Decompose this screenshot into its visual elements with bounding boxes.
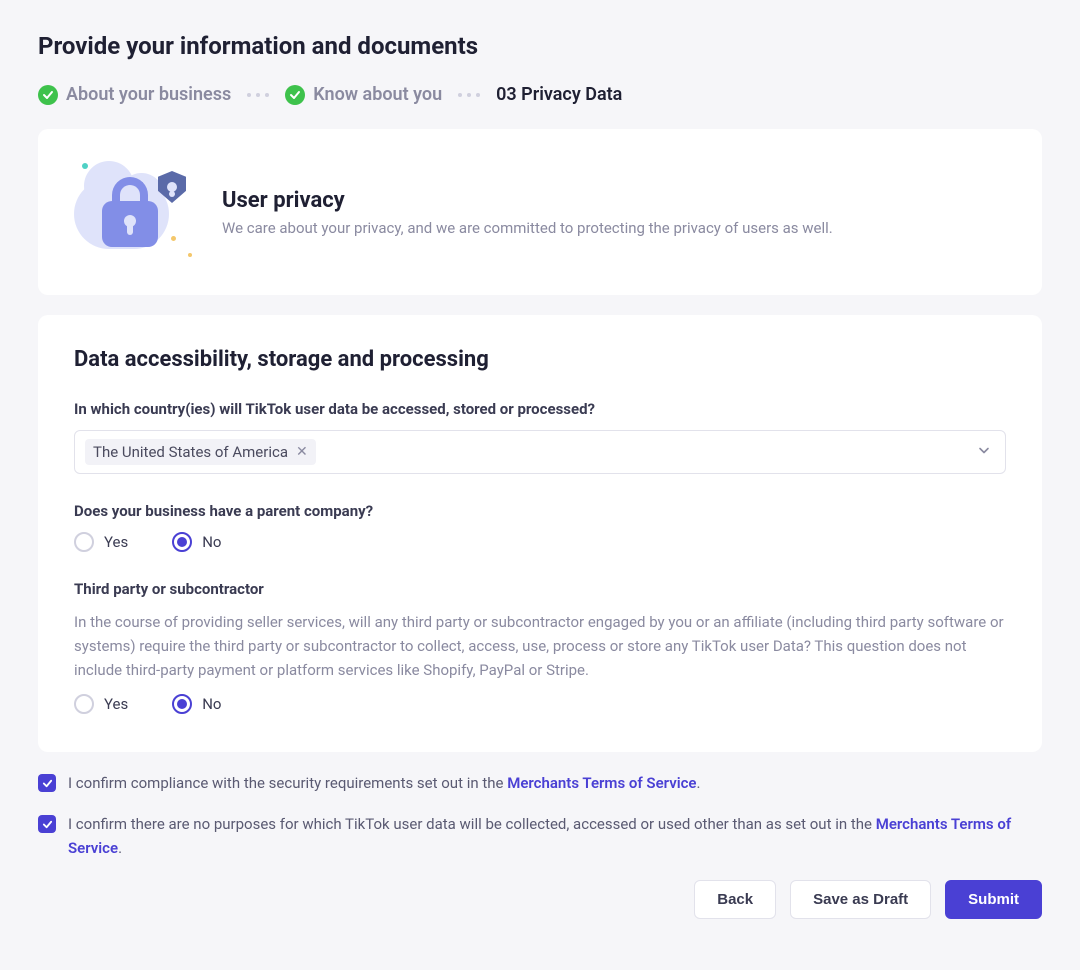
step-label: About your business — [66, 84, 231, 105]
radio-label: No — [202, 695, 221, 713]
field-third-party: Third party or subcontractor In the cour… — [74, 580, 1006, 714]
step-label: 03 Privacy Data — [496, 84, 622, 105]
page-title: Provide your information and documents — [38, 32, 1042, 60]
remove-chip-icon[interactable]: ✕ — [296, 444, 308, 460]
hero-subtitle: We care about your privacy, and we are c… — [222, 219, 833, 237]
section-title: Data accessibility, storage and processi… — [74, 347, 1006, 372]
back-button[interactable]: Back — [694, 880, 776, 919]
merchants-tos-link[interactable]: Merchants Terms of Service — [507, 774, 696, 792]
third-party-no[interactable]: No — [172, 694, 221, 714]
field-parent-company: Does your business have a parent company… — [74, 502, 1006, 552]
radio-icon — [172, 694, 192, 714]
field-country: In which country(ies) will TikTok user d… — [74, 400, 1006, 474]
radio-icon — [74, 532, 94, 552]
confirm-security-text: I confirm compliance with the security r… — [68, 772, 700, 795]
third-party-label: Third party or subcontractor — [74, 580, 1006, 598]
step-separator — [458, 93, 480, 97]
save-draft-button[interactable]: Save as Draft — [790, 880, 931, 919]
confirm-purposes: I confirm there are no purposes for whic… — [38, 813, 1042, 860]
stepper: About your business Know about you 03 Pr… — [38, 84, 1042, 105]
parent-company-yes[interactable]: Yes — [74, 532, 128, 552]
privacy-lock-illustration — [74, 157, 194, 267]
step-privacy-data[interactable]: 03 Privacy Data — [496, 84, 622, 105]
submit-button[interactable]: Submit — [945, 880, 1042, 919]
country-select[interactable]: The United States of America ✕ — [74, 430, 1006, 474]
radio-label: Yes — [104, 695, 128, 713]
third-party-yes[interactable]: Yes — [74, 694, 128, 714]
action-bar: Back Save as Draft Submit — [38, 880, 1042, 919]
radio-label: No — [202, 533, 221, 551]
hero-card: User privacy We care about your privacy,… — [38, 129, 1042, 295]
step-about-business[interactable]: About your business — [38, 84, 231, 105]
step-know-about-you[interactable]: Know about you — [285, 84, 442, 105]
radio-icon — [74, 694, 94, 714]
third-party-desc: In the course of providing seller servic… — [74, 610, 1006, 682]
checkbox-purposes[interactable] — [38, 815, 56, 833]
country-chip: The United States of America ✕ — [85, 439, 316, 465]
chip-label: The United States of America — [93, 443, 288, 461]
checkbox-security[interactable] — [38, 774, 56, 792]
parent-company-label: Does your business have a parent company… — [74, 502, 1006, 520]
form-card: Data accessibility, storage and processi… — [38, 315, 1042, 752]
country-label: In which country(ies) will TikTok user d… — [74, 400, 1006, 418]
chevron-down-icon — [977, 443, 991, 462]
check-icon — [285, 85, 305, 105]
radio-icon — [172, 532, 192, 552]
radio-label: Yes — [104, 533, 128, 551]
step-separator — [247, 93, 269, 97]
step-label: Know about you — [313, 84, 442, 105]
parent-company-no[interactable]: No — [172, 532, 221, 552]
confirm-purposes-text: I confirm there are no purposes for whic… — [68, 813, 1042, 860]
hero-title: User privacy — [222, 188, 833, 213]
confirm-security: I confirm compliance with the security r… — [38, 772, 1042, 795]
check-icon — [38, 85, 58, 105]
